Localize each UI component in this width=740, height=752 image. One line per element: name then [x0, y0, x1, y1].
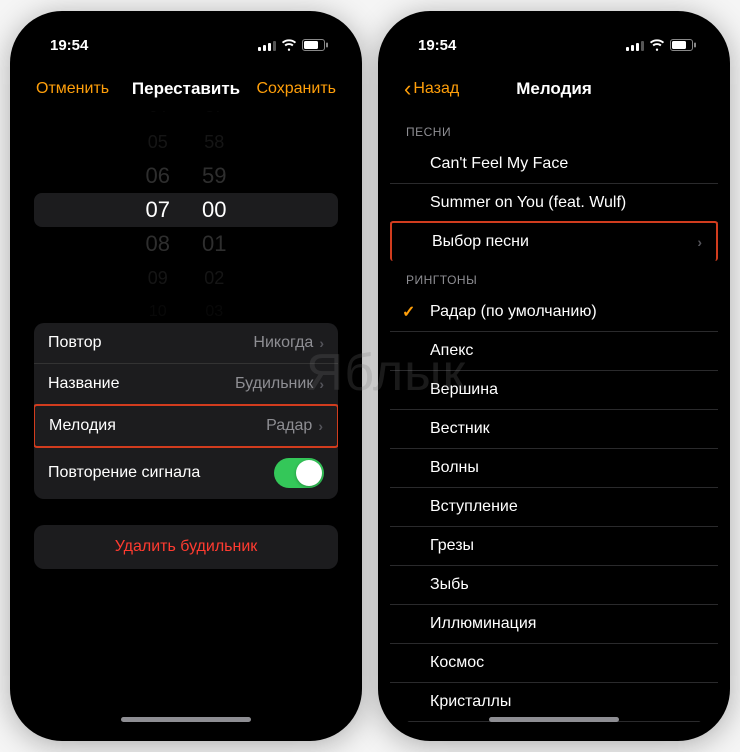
- ringtone-item[interactable]: Космос: [390, 644, 718, 683]
- content-area: ПЕСНИ Can't Feel My Face Summer on You (…: [390, 111, 718, 729]
- screen-right: 19:54 ‹ Назад Мелодия ПЕСНИ Can't Feel M…: [390, 23, 718, 729]
- status-time: 19:54: [418, 37, 456, 54]
- home-indicator[interactable]: [489, 717, 619, 722]
- ringtones-section-header: РИНГТОНЫ: [390, 259, 718, 293]
- notch: [106, 23, 266, 49]
- back-label: Назад: [413, 80, 459, 98]
- repeat-value: Никогда: [253, 334, 313, 352]
- ringtone-item[interactable]: Грезы: [390, 527, 718, 566]
- name-row[interactable]: Название Будильник ›: [34, 364, 338, 405]
- home-indicator[interactable]: [121, 717, 251, 722]
- name-label: Название: [48, 375, 120, 393]
- content-area: 04 05 06 07 08 09 10 57 58 59 00 01: [22, 111, 350, 729]
- ringtone-item[interactable]: Вершина: [390, 371, 718, 410]
- name-value: Будильник: [235, 375, 313, 393]
- wifi-icon: [281, 39, 297, 51]
- nav-bar: Отменить Переставить Сохранить: [22, 67, 350, 111]
- ringtone-item[interactable]: Вступление: [390, 488, 718, 527]
- phone-frame-right: 19:54 ‹ Назад Мелодия ПЕСНИ Can't Feel M…: [378, 11, 730, 741]
- time-picker[interactable]: 04 05 06 07 08 09 10 57 58 59 00 01: [34, 115, 338, 305]
- alarm-settings-group: Повтор Никогда › Название Будильник › Мело…: [34, 323, 338, 499]
- ringtone-item[interactable]: ✓Радар (по умолчанию): [390, 293, 718, 332]
- sound-value: Радар: [266, 417, 312, 435]
- hour-column[interactable]: 04 05 06 07 08 09 10: [146, 111, 170, 329]
- snooze-row: Повторение сигнала: [34, 447, 338, 499]
- chevron-right-icon: ›: [319, 376, 324, 392]
- battery-icon: [670, 39, 696, 51]
- repeat-row[interactable]: Повтор Никогда ›: [34, 323, 338, 364]
- sound-label: Мелодия: [49, 417, 116, 435]
- chevron-right-icon: ›: [319, 335, 324, 351]
- song-item[interactable]: Summer on You (feat. Wulf): [390, 184, 718, 223]
- songs-section-header: ПЕСНИ: [390, 111, 718, 145]
- ringtone-item[interactable]: Апекс: [390, 332, 718, 371]
- status-icons: [258, 39, 328, 51]
- pick-song-label: Выбор песни: [432, 233, 529, 251]
- repeat-label: Повтор: [48, 334, 102, 352]
- songs-group: Can't Feel My Face Summer on You (feat. …: [390, 145, 718, 261]
- ringtone-item[interactable]: Вестник: [390, 410, 718, 449]
- battery-icon: [302, 39, 328, 51]
- notch: [474, 23, 634, 49]
- phone-frame-left: 19:54 Отменить Переставить Сохранить 04 …: [10, 11, 362, 741]
- check-icon: ✓: [402, 302, 415, 322]
- cancel-button[interactable]: Отменить: [36, 80, 109, 98]
- pick-song-row[interactable]: Выбор песни ›: [390, 221, 718, 261]
- chevron-right-icon: ›: [697, 234, 702, 250]
- snooze-label: Повторение сигнала: [48, 464, 200, 482]
- status-icons: [626, 39, 696, 51]
- sound-row[interactable]: Мелодия Радар ›: [34, 404, 338, 448]
- chevron-right-icon: ›: [318, 418, 323, 434]
- wifi-icon: [649, 39, 665, 51]
- nav-bar: ‹ Назад Мелодия: [390, 67, 718, 111]
- ringtone-item[interactable]: Маяк: [390, 722, 718, 729]
- ringtone-item[interactable]: Иллюминация: [390, 605, 718, 644]
- ringtone-item[interactable]: Волны: [390, 449, 718, 488]
- status-time: 19:54: [50, 37, 88, 54]
- chevron-left-icon: ‹: [404, 76, 411, 102]
- delete-alarm-button[interactable]: Удалить будильник: [34, 525, 338, 569]
- ringtone-item[interactable]: Зыбь: [390, 566, 718, 605]
- back-button[interactable]: ‹ Назад: [404, 76, 459, 102]
- snooze-toggle[interactable]: [274, 458, 324, 488]
- ringtones-group: ✓Радар (по умолчанию) Апекс Вершина Вест…: [390, 293, 718, 729]
- save-button[interactable]: Сохранить: [256, 80, 336, 98]
- song-item[interactable]: Can't Feel My Face: [390, 145, 718, 184]
- screen-left: 19:54 Отменить Переставить Сохранить 04 …: [22, 23, 350, 729]
- minute-column[interactable]: 57 58 59 00 01 02 03: [202, 111, 226, 329]
